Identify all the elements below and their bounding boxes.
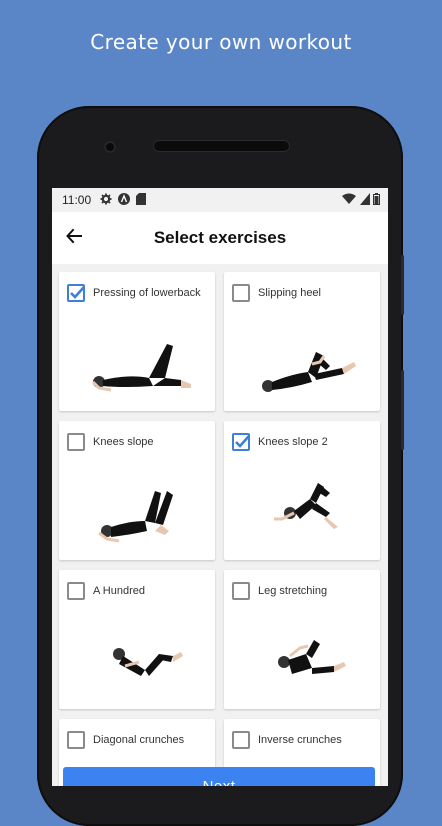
exercise-checkbox[interactable] bbox=[67, 731, 85, 749]
exercise-illustration bbox=[274, 483, 338, 529]
exercise-illustration bbox=[91, 344, 191, 392]
battery-icon bbox=[373, 193, 380, 208]
exercise-name: Knees slope 2 bbox=[258, 436, 328, 448]
gear-icon bbox=[100, 193, 112, 208]
status-bar: 11:00 bbox=[52, 188, 388, 212]
exercise-checkbox[interactable] bbox=[232, 433, 250, 451]
signal-icon bbox=[360, 193, 370, 208]
exercise-checkbox[interactable] bbox=[232, 731, 250, 749]
earpiece-speaker bbox=[153, 140, 290, 152]
phone-volume-button bbox=[401, 255, 404, 315]
phone-screen: 11:00 Select exercises Pressing of lower… bbox=[52, 188, 388, 786]
sd-card-icon bbox=[136, 193, 146, 208]
promo-title: Create your own workout bbox=[90, 30, 352, 54]
next-button[interactable]: Next bbox=[63, 767, 375, 786]
exercise-card[interactable]: A Hundred bbox=[59, 570, 215, 709]
exercise-illustration bbox=[278, 640, 346, 674]
wifi-icon bbox=[342, 193, 356, 208]
phone-power-button bbox=[401, 370, 404, 450]
status-time: 11:00 bbox=[62, 193, 92, 207]
exercise-checkbox[interactable] bbox=[232, 582, 250, 600]
front-camera bbox=[104, 141, 116, 153]
exercise-name: Slipping heel bbox=[258, 287, 321, 299]
exercise-card[interactable]: Pressing of lowerback bbox=[59, 272, 215, 411]
exercise-name: Leg stretching bbox=[258, 585, 328, 597]
exercise-checkbox[interactable] bbox=[232, 284, 250, 302]
check-icon bbox=[235, 435, 250, 448]
exercise-checkbox[interactable] bbox=[67, 582, 85, 600]
exercise-card[interactable]: Knees slope bbox=[59, 421, 215, 560]
a-icon bbox=[118, 193, 130, 208]
exercise-name: Diagonal crunches bbox=[93, 734, 185, 746]
exercise-checkbox[interactable] bbox=[67, 284, 85, 302]
exercise-name: Knees slope bbox=[93, 436, 154, 448]
check-icon bbox=[70, 286, 85, 299]
exercise-grid: Pressing of lowerback Slipping heel Knee… bbox=[52, 264, 388, 786]
exercise-illustration bbox=[113, 648, 183, 676]
page-title: Select exercises bbox=[153, 228, 287, 247]
app-bar: Select exercises bbox=[52, 212, 388, 264]
exercise-card[interactable]: Knees slope 2 bbox=[224, 421, 380, 560]
exercise-name: A Hundred bbox=[93, 585, 145, 597]
exercise-card[interactable]: Leg stretching bbox=[224, 570, 380, 709]
exercise-checkbox[interactable] bbox=[67, 433, 85, 451]
exercise-card[interactable]: Slipping heel bbox=[224, 272, 380, 411]
exercise-illustration bbox=[262, 352, 356, 392]
exercise-illustration bbox=[98, 491, 173, 543]
exercise-name: Pressing of lowerback bbox=[93, 287, 201, 299]
exercise-name: Inverse crunches bbox=[258, 734, 342, 746]
